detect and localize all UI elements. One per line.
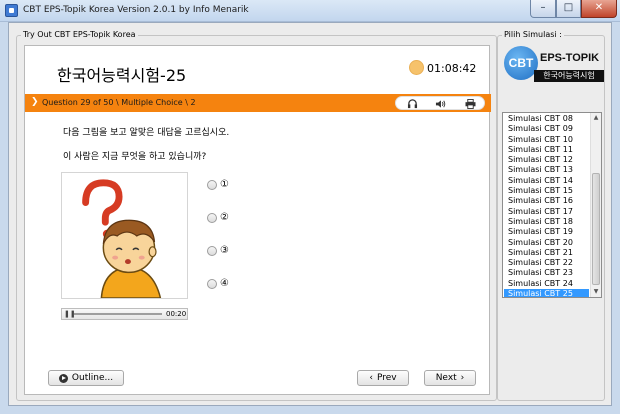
scrollbar[interactable]: ▲ ▼	[590, 113, 601, 297]
option-4[interactable]: ④	[207, 278, 267, 292]
outline-button[interactable]: Outline...	[48, 370, 124, 386]
question-info: Question 29 of 50 \ Multiple Choice \ 2	[42, 98, 196, 107]
list-item[interactable]: Simulasi CBT 18	[504, 217, 589, 227]
scroll-thumb[interactable]	[592, 173, 600, 285]
pause-icon[interactable]: ❚❚	[64, 310, 76, 318]
maximize-button[interactable]: □	[556, 0, 581, 18]
instruction-text: 다음 그림을 보고 알맞은 대답을 고르십시오.	[63, 128, 230, 138]
exam-title: 한국어능력시험-25	[57, 66, 187, 85]
exam-group-label: Try Out CBT EPS-Topik Korea	[21, 30, 138, 39]
list-item[interactable]: Simulasi CBT 13	[504, 165, 589, 175]
list-item[interactable]: Simulasi CBT 20	[504, 238, 589, 248]
option-3-label: ③	[220, 245, 229, 256]
audio-time: 00:20	[166, 310, 187, 318]
audio-seek-bar[interactable]	[74, 313, 162, 315]
prev-button-label: Prev	[376, 373, 397, 383]
simulation-group-label: Pilih Simulasi :	[502, 30, 564, 39]
minimize-button[interactable]: –	[530, 0, 556, 18]
outline-button-label: Outline...	[71, 373, 114, 383]
question-card: 한국어능력시험-25 01:08:42 ❯ Question 29 of 50 …	[24, 45, 491, 395]
option-1-radio[interactable]	[207, 180, 217, 190]
client-area: Try Out CBT EPS-Topik Korea 한국어능력시험-25 0…	[8, 22, 612, 406]
option-2-label: ②	[220, 212, 229, 223]
list-item[interactable]: Simulasi CBT 12	[504, 155, 589, 165]
scroll-down-icon[interactable]: ▼	[591, 287, 601, 297]
option-4-radio[interactable]	[207, 279, 217, 289]
option-2[interactable]: ②	[207, 212, 267, 226]
prev-button[interactable]: ‹ Prev	[357, 370, 409, 386]
list-item[interactable]: Simulasi CBT 14	[504, 176, 589, 186]
option-3-radio[interactable]	[207, 246, 217, 256]
chevron-right-icon: ›	[460, 373, 465, 383]
simulation-group: Pilih Simulasi : CBT EPS-TOPIK 한국어능력시험 S…	[497, 30, 605, 401]
list-item[interactable]: Simulasi CBT 15	[504, 186, 589, 196]
logo-subtitle: 한국어능력시험	[534, 70, 604, 82]
option-2-radio[interactable]	[207, 213, 217, 223]
question-text: 이 사람은 지금 무엇을 하고 있습니까?	[63, 152, 207, 162]
logo-title: EPS-TOPIK	[540, 52, 600, 64]
logo-circle: CBT	[504, 46, 538, 80]
list-item[interactable]: Simulasi CBT 10	[504, 135, 589, 145]
option-3[interactable]: ③	[207, 245, 267, 259]
play-circle-icon	[58, 373, 68, 383]
option-4-label: ④	[220, 278, 229, 289]
speaker-icon[interactable]	[432, 98, 448, 109]
list-item[interactable]: Simulasi CBT 17	[504, 207, 589, 217]
next-button-label: Next	[435, 373, 457, 383]
option-1[interactable]: ①	[207, 179, 267, 193]
list-item[interactable]: Simulasi CBT 09	[504, 124, 589, 134]
eps-topik-logo: CBT EPS-TOPIK 한국어능력시험	[504, 46, 604, 88]
option-1-label: ①	[220, 179, 229, 190]
list-item[interactable]: Simulasi CBT 16	[504, 196, 589, 206]
tool-group	[395, 96, 485, 110]
question-image	[61, 172, 188, 299]
audio-player: ❚❚ 00:20	[61, 308, 188, 320]
next-button[interactable]: Next ›	[424, 370, 476, 386]
question-bar: ❯ Question 29 of 50 \ Multiple Choice \ …	[25, 94, 491, 112]
printer-icon[interactable]	[462, 98, 478, 109]
timer: 01:08:42	[427, 62, 477, 75]
list-item[interactable]: Simulasi CBT 22	[504, 258, 589, 268]
scroll-up-icon[interactable]: ▲	[591, 113, 601, 123]
list-item[interactable]: Simulasi CBT 19	[504, 227, 589, 237]
simulation-list[interactable]: Simulasi CBT 08 Simulasi CBT 09 Simulasi C…	[502, 112, 602, 298]
timer-icon	[409, 60, 424, 75]
simulation-list-items: Simulasi CBT 08 Simulasi CBT 09 Simulasi C…	[504, 114, 589, 297]
list-item[interactable]: Simulasi CBT 08	[504, 114, 589, 124]
list-item[interactable]: Simulasi CBT 23	[504, 268, 589, 278]
close-button[interactable]: ✕	[581, 0, 617, 18]
chevron-left-icon: ‹	[369, 373, 373, 383]
window-title: CBT EPS-Topik Korea Version 2.0.1 by Inf…	[23, 5, 249, 15]
list-item[interactable]: Simulasi CBT 21	[504, 248, 589, 258]
headset-icon[interactable]	[404, 98, 420, 109]
chevron-right-icon: ❯	[31, 97, 39, 107]
app-icon	[5, 4, 18, 17]
list-item[interactable]: Simulasi CBT 11	[504, 145, 589, 155]
list-item[interactable]: Simulasi CBT 24	[504, 279, 589, 289]
title-bar: CBT EPS-Topik Korea Version 2.0.1 by Inf…	[0, 0, 620, 22]
list-item[interactable]: Simulasi CBT 25	[504, 289, 589, 297]
